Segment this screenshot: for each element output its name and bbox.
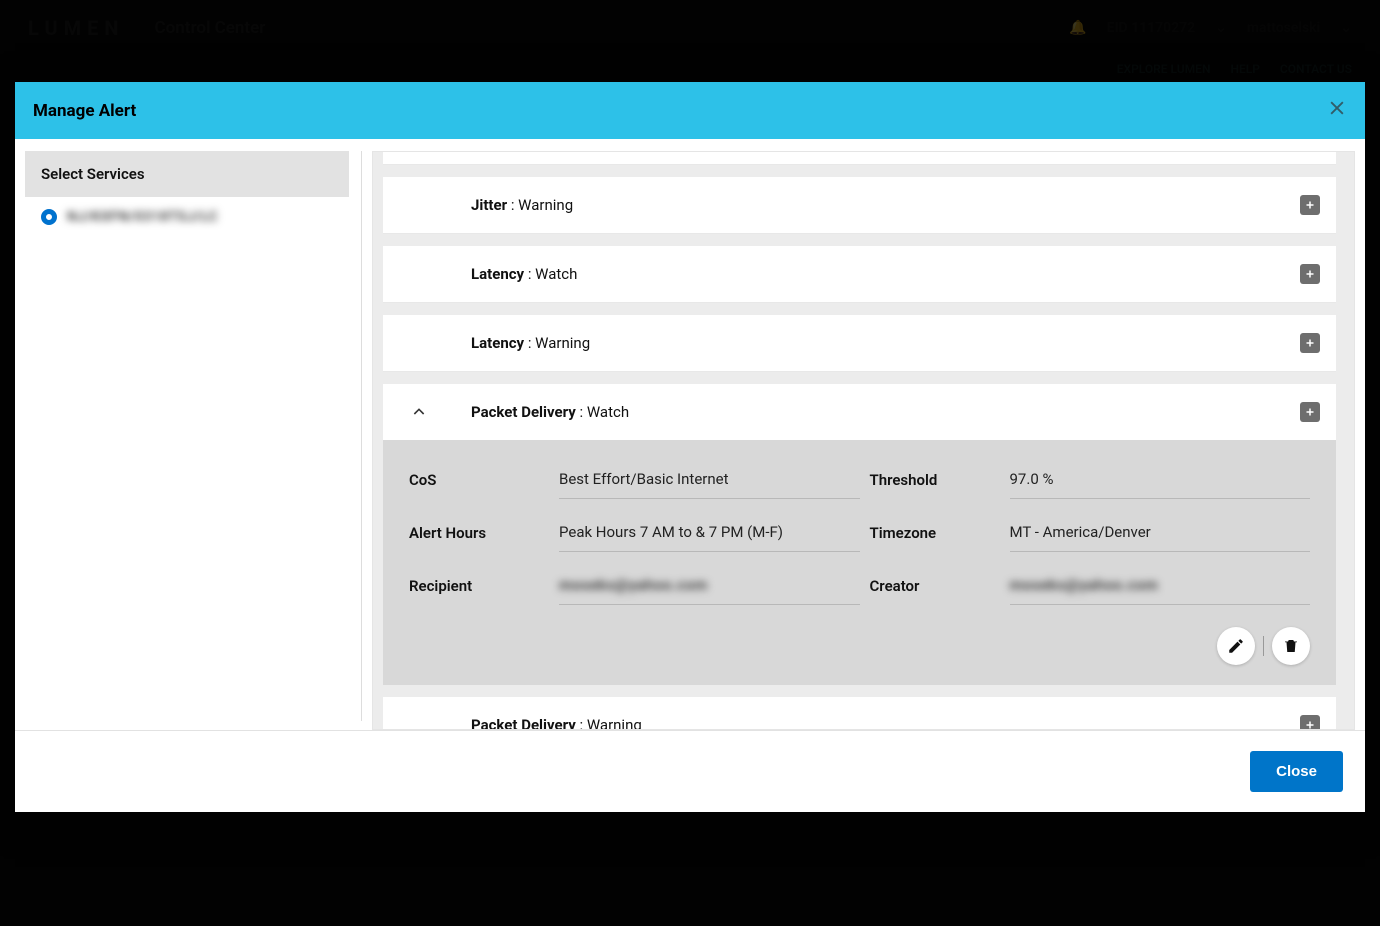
chevron-up-icon[interactable] <box>401 404 437 420</box>
cos-label: CoS <box>409 471 549 489</box>
close-icon[interactable] <box>1327 98 1347 123</box>
delete-button[interactable] <box>1272 627 1310 665</box>
manage-alert-modal: Manage Alert Select Services NJ/KXFN/031… <box>15 82 1365 812</box>
recipient-label: Recipient <box>409 577 549 595</box>
close-button[interactable]: Close <box>1250 751 1343 792</box>
alert-hours-value: Peak Hours 7 AM to & 7 PM (M-F) <box>559 513 860 552</box>
timezone-label: Timezone <box>870 524 1000 542</box>
creator-label: Creator <box>870 577 1000 595</box>
recipient-value: moseks@yahoo.com <box>559 566 860 605</box>
creator-value: moseks@yahoo.com <box>1010 566 1311 605</box>
expand-icon[interactable] <box>1300 195 1320 215</box>
expand-icon[interactable] <box>1300 264 1320 284</box>
threshold-value: 97.0 % <box>1010 460 1311 499</box>
expand-icon[interactable] <box>1300 402 1320 422</box>
radio-selected-icon[interactable] <box>41 209 57 225</box>
alert-row-jitter-warning[interactable]: Jitter : Warning <box>383 177 1336 234</box>
alert-list-panel: Jitter : Watch Jitter : Warning <box>372 151 1355 730</box>
alert-scroll-area[interactable]: Jitter : Watch Jitter : Warning <box>373 152 1354 729</box>
alert-row-label: Packet Delivery : Warning <box>471 716 642 729</box>
modal-footer: Close <box>15 730 1365 812</box>
action-separator <box>1263 636 1264 656</box>
cos-value: Best Effort/Basic Internet <box>559 460 860 499</box>
alert-row-label: Latency : Watch <box>471 265 577 283</box>
alert-hours-label: Alert Hours <box>409 524 549 542</box>
sidebar-header: Select Services <box>25 151 349 197</box>
edit-button[interactable] <box>1217 627 1255 665</box>
modal-title: Manage Alert <box>33 101 136 121</box>
expand-icon[interactable] <box>1300 333 1320 353</box>
timezone-value: MT - America/Denver <box>1010 513 1311 552</box>
expand-icon[interactable] <box>1300 715 1320 729</box>
threshold-label: Threshold <box>870 471 1000 489</box>
modal-header: Manage Alert <box>15 82 1365 139</box>
alert-row-label: Jitter : Warning <box>471 196 573 214</box>
sidebar-item-service[interactable]: NJ/KXFN/0318TSJ/LC <box>25 197 349 237</box>
alert-row-label: Packet Delivery : Watch <box>471 403 629 421</box>
vertical-divider <box>361 151 362 721</box>
alert-details-panel: CoS Best Effort/Basic Internet Threshold… <box>383 440 1336 685</box>
sidebar-item-label: NJ/KXFN/0318TSJ/LC <box>67 209 218 225</box>
alert-row-packet-delivery-warning[interactable]: Packet Delivery : Warning <box>383 697 1336 729</box>
sidebar: Select Services NJ/KXFN/0318TSJ/LC <box>25 151 359 730</box>
alert-row-jitter-watch[interactable]: Jitter : Watch <box>383 152 1336 165</box>
alert-row-label: Latency : Warning <box>471 334 590 352</box>
alert-row-latency-warning[interactable]: Latency : Warning <box>383 315 1336 372</box>
modal-body: Select Services NJ/KXFN/0318TSJ/LC Jitte… <box>15 139 1365 730</box>
alert-row-label: Jitter : Watch <box>471 152 560 154</box>
alert-row-packet-delivery-watch[interactable]: Packet Delivery : Watch <box>383 384 1336 440</box>
alert-row-latency-watch[interactable]: Latency : Watch <box>383 246 1336 303</box>
